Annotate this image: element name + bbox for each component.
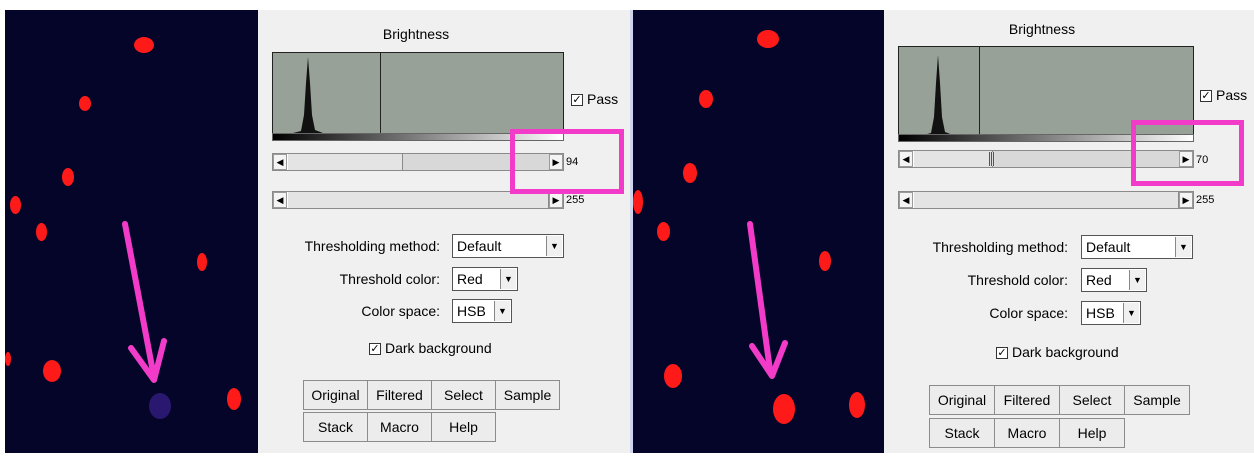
slider-thumb[interactable] [287, 154, 403, 170]
max-threshold-slider[interactable]: ◀ ▶ [898, 191, 1194, 209]
color-space-select[interactable]: HSB ▼ [1081, 301, 1141, 325]
selected-value: Default [457, 238, 502, 254]
color-space-label: Color space: [989, 305, 1068, 321]
macro-button[interactable]: Macro [994, 418, 1060, 448]
dark-background-checkbox[interactable]: ✓ [996, 347, 1008, 359]
chevron-down-icon[interactable]: ▼ [546, 236, 562, 256]
sample-button[interactable]: Sample [1124, 385, 1190, 415]
selected-value: HSB [1086, 305, 1115, 321]
pass-label: Pass [1216, 87, 1248, 103]
slider-thumb[interactable] [913, 192, 1179, 208]
threshold-dialog-right: Brightness ✓ Pass ◀ ▶ 70 ◀ ▶ 255 Thresho… [884, 10, 1254, 453]
filtered-button[interactable]: Filtered [367, 380, 432, 410]
original-button[interactable]: Original [929, 385, 995, 415]
threshold-color-select[interactable]: Red ▼ [452, 267, 518, 291]
selected-value: HSB [457, 303, 486, 319]
original-button[interactable]: Original [303, 380, 368, 410]
threshold-color-label: Threshold color: [967, 272, 1068, 288]
selected-value: Red [1086, 272, 1112, 288]
threshold-dialog-left: Brightness ✓ Pass ◀ ▶ 94 ◀ ▶ 255 Thresho… [258, 10, 632, 453]
chevron-down-icon[interactable]: ▼ [1129, 270, 1145, 290]
pass-checkbox[interactable]: ✓ [571, 94, 583, 106]
max-threshold-value: 255 [566, 194, 585, 206]
filtered-button[interactable]: Filtered [994, 385, 1060, 415]
pass-label: Pass [587, 91, 619, 107]
chevron-down-icon[interactable]: ▼ [1175, 237, 1191, 257]
threshold-color-select[interactable]: Red ▼ [1081, 268, 1147, 292]
arrow-right-icon[interactable]: ▶ [1179, 192, 1193, 208]
selected-value: Default [1086, 239, 1131, 255]
thresholding-method-select[interactable]: Default ▼ [452, 234, 564, 258]
highlight-box-right [1131, 120, 1244, 186]
dialog-title: Brightness [1008, 21, 1076, 37]
annotation-arrow-icon [747, 221, 788, 379]
pass-checkbox[interactable]: ✓ [1200, 90, 1212, 102]
stack-button[interactable]: Stack [303, 412, 368, 442]
arrow-left-icon[interactable]: ◀ [899, 192, 913, 208]
dark-background-label: Dark background [1012, 344, 1119, 360]
chevron-down-icon[interactable]: ▼ [494, 301, 510, 321]
max-threshold-value: 255 [1196, 194, 1215, 206]
slider-grip-icon[interactable] [989, 152, 995, 166]
thresholding-method-label: Thresholding method: [932, 239, 1068, 255]
slider-thumb[interactable] [913, 151, 993, 167]
micrograph-right [633, 10, 884, 453]
dark-background-label: Dark background [385, 340, 492, 356]
slider-thumb[interactable] [287, 192, 549, 208]
sample-button[interactable]: Sample [495, 380, 560, 410]
stack-button[interactable]: Stack [929, 418, 995, 448]
dark-background-checkbox[interactable]: ✓ [369, 343, 381, 355]
help-button[interactable]: Help [431, 412, 496, 442]
threshold-marker [979, 47, 980, 135]
chevron-down-icon[interactable]: ▼ [500, 269, 516, 289]
color-space-select[interactable]: HSB ▼ [452, 299, 512, 323]
thresholding-method-select[interactable]: Default ▼ [1081, 235, 1193, 259]
highlight-box-left [510, 129, 624, 194]
macro-button[interactable]: Macro [367, 412, 432, 442]
arrow-right-icon[interactable]: ▶ [549, 192, 563, 208]
chevron-down-icon[interactable]: ▼ [1123, 303, 1139, 323]
help-button[interactable]: Help [1059, 418, 1125, 448]
micrograph-left [5, 10, 258, 453]
select-button[interactable]: Select [1059, 385, 1125, 415]
histogram-plot [293, 57, 323, 133]
threshold-marker [380, 53, 381, 133]
annotation-arrow-icon [122, 221, 167, 383]
thresholding-method-label: Thresholding method: [304, 238, 440, 254]
arrow-left-icon[interactable]: ◀ [273, 192, 287, 208]
select-button[interactable]: Select [431, 380, 496, 410]
dialog-title: Brightness [382, 26, 450, 42]
arrow-left-icon[interactable]: ◀ [273, 154, 287, 170]
selected-value: Red [457, 271, 483, 287]
arrow-left-icon[interactable]: ◀ [899, 151, 913, 167]
threshold-color-label: Threshold color: [339, 271, 440, 287]
histogram [272, 52, 564, 134]
color-space-label: Color space: [361, 303, 440, 319]
